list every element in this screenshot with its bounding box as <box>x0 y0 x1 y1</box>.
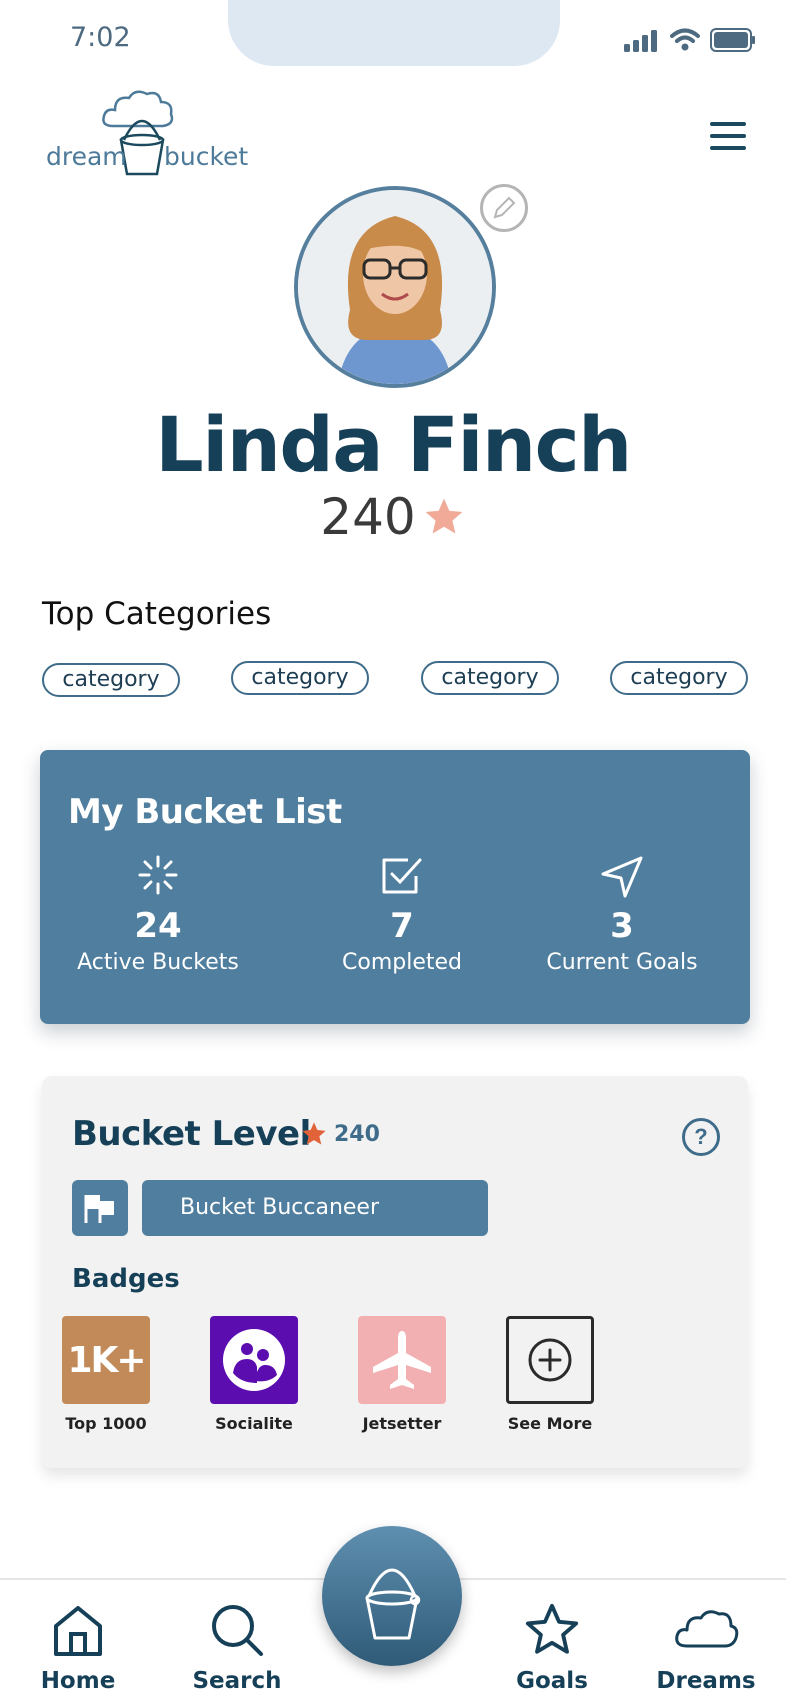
nav-label: Search <box>192 1668 282 1694</box>
help-icon[interactable]: ? <box>682 1118 720 1156</box>
battery-icon <box>710 28 755 52</box>
bucket-icon <box>365 1568 421 1640</box>
status-time: 7:02 <box>70 22 131 53</box>
category-pill[interactable]: category <box>231 661 369 695</box>
checkbox-icon <box>382 858 422 894</box>
my-bucket-list-title: My Bucket List <box>68 792 342 832</box>
badge-name: Socialite <box>215 1414 293 1433</box>
flags-icon <box>72 1180 128 1236</box>
badge-top-1000[interactable]: 1K+ Top 1000 <box>36 1316 176 1433</box>
nav-search[interactable]: Search <box>177 1600 297 1694</box>
badge-tile-text: 1K+ <box>67 1339 146 1381</box>
badges-title: Badges <box>72 1264 180 1294</box>
avatar-photo <box>298 190 492 384</box>
logo-word-dream: dream <box>46 142 127 171</box>
wifi-icon <box>670 28 700 51</box>
logo-word-bucket: bucket <box>164 142 249 171</box>
stat-label: Completed <box>342 950 462 975</box>
navigation-arrow-icon <box>601 856 643 898</box>
badge-name: See More <box>507 1414 593 1433</box>
stat-value: 3 <box>610 906 634 946</box>
edit-profile-button[interactable] <box>480 184 528 232</box>
badge-socialite[interactable]: Socialite <box>184 1316 324 1433</box>
airplane-icon <box>373 1331 431 1389</box>
bucket-level-title: Bucket Level <box>72 1114 311 1154</box>
nav-label: Goals <box>516 1668 588 1694</box>
device-notch <box>228 0 560 66</box>
bucket-level-points: 240 <box>300 1120 380 1148</box>
nav-dreams[interactable]: Dreams <box>646 1600 766 1694</box>
cellular-signal-icon <box>624 30 657 52</box>
add-bucket-button[interactable] <box>322 1526 462 1666</box>
bucket-level-points-value: 240 <box>334 1121 380 1147</box>
loading-spinner-icon <box>138 855 178 895</box>
star-icon <box>302 1122 326 1145</box>
search-icon <box>212 1605 263 1656</box>
top-categories-title: Top Categories <box>42 596 272 632</box>
badge-name: Jetsetter <box>362 1414 442 1433</box>
badge-jetsetter[interactable]: Jetsetter <box>332 1316 472 1433</box>
hamburger-menu-icon[interactable] <box>710 122 746 150</box>
star-icon <box>425 498 463 534</box>
profile-avatar[interactable] <box>294 186 496 388</box>
pencil-icon <box>493 196 516 219</box>
cloud-icon <box>675 1610 739 1648</box>
star-icon <box>525 1603 579 1654</box>
stat-value: 7 <box>390 906 414 946</box>
group-icon <box>223 1329 285 1391</box>
stat-active-buckets[interactable]: 24 Active Buckets <box>48 854 268 975</box>
status-icons <box>624 28 756 52</box>
nav-label: Dreams <box>656 1668 756 1694</box>
badge-see-more[interactable]: See More <box>480 1316 620 1433</box>
stat-label: Current Goals <box>546 950 698 975</box>
plus-circle-icon <box>528 1338 572 1382</box>
stat-label: Active Buckets <box>77 950 239 975</box>
my-bucket-list-card[interactable]: My Bucket List 24 Active Buckets 7 Compl… <box>40 750 750 1024</box>
badge-name: Top 1000 <box>65 1414 147 1433</box>
stat-completed[interactable]: 7 Completed <box>292 854 512 975</box>
bucket-rank-bar: Bucket Buccaneer <box>142 1180 488 1236</box>
profile-points-value: 240 <box>320 488 416 546</box>
category-pill[interactable]: category <box>42 663 180 697</box>
stat-current-goals[interactable]: 3 Current Goals <box>512 854 732 975</box>
dream-bucket-logo[interactable]: dream bucket <box>44 88 248 183</box>
category-pill[interactable]: category <box>610 661 748 695</box>
profile-points: 240 <box>0 488 786 546</box>
category-pill[interactable]: category <box>421 661 559 695</box>
nav-label: Home <box>40 1668 116 1694</box>
bucket-level-card: Bucket Level 240 ? Bucket Buccaneer Badg… <box>42 1076 748 1468</box>
nav-home[interactable]: Home <box>18 1600 138 1694</box>
profile-name: Linda Finch <box>155 400 632 489</box>
nav-goals[interactable]: Goals <box>492 1600 612 1694</box>
stat-value: 24 <box>134 906 182 946</box>
home-icon <box>54 1606 102 1656</box>
